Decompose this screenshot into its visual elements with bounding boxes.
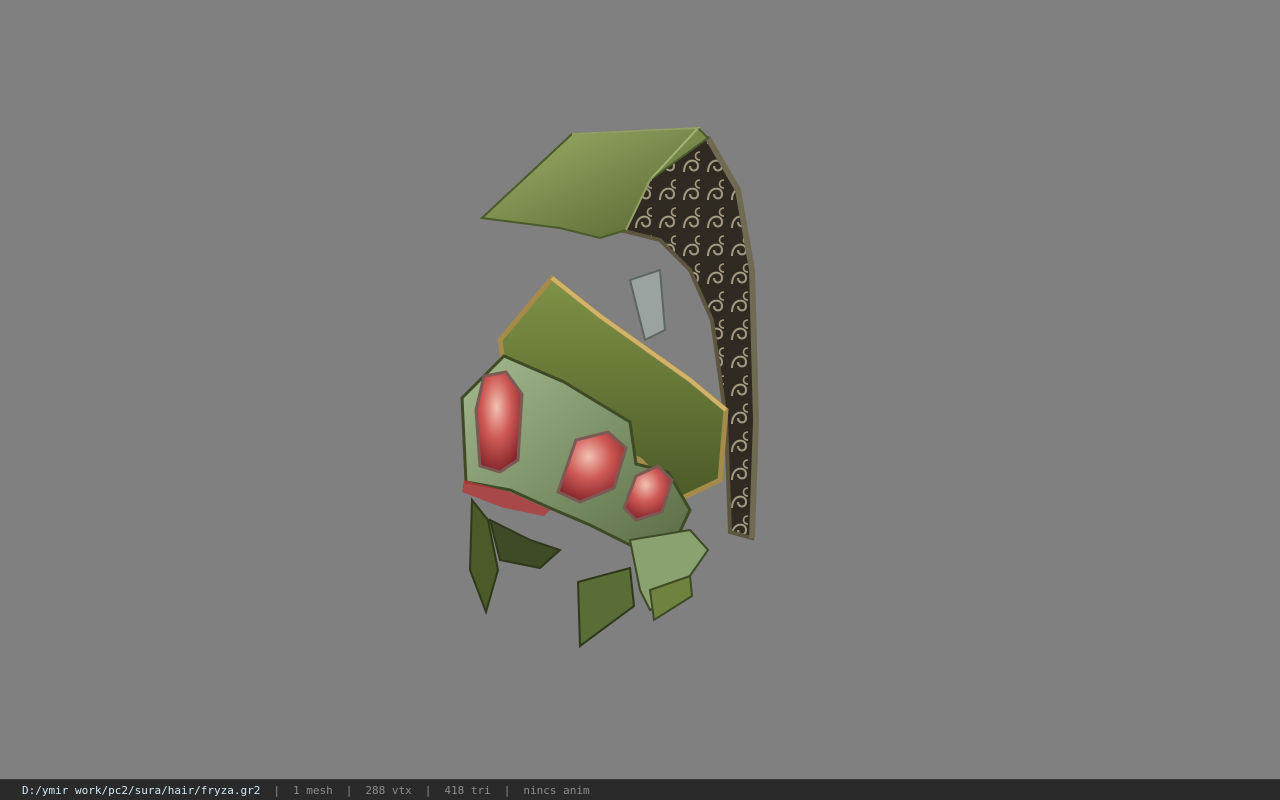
separator: |	[273, 783, 281, 797]
file-path: D:/ymir work/pc2/sura/hair/fryza.gr2	[22, 783, 261, 797]
helmet-model[interactable]	[440, 120, 780, 660]
animation-status: nincs anim	[523, 783, 590, 797]
vertex-count: 288 vtx	[365, 783, 412, 797]
separator: |	[503, 783, 511, 797]
side-flap-left-dark	[488, 518, 562, 570]
gem-large	[474, 370, 524, 474]
3d-viewport[interactable]	[0, 0, 1280, 779]
separator: |	[424, 783, 432, 797]
side-flap-left	[468, 497, 500, 616]
mesh-count: 1 mesh	[293, 783, 333, 797]
triangle-count: 418 tri	[444, 783, 491, 797]
status-bar: D:/ymir work/pc2/sura/hair/fryza.gr2 | 1…	[0, 779, 1280, 800]
front-flap	[576, 566, 636, 648]
separator: |	[345, 783, 353, 797]
